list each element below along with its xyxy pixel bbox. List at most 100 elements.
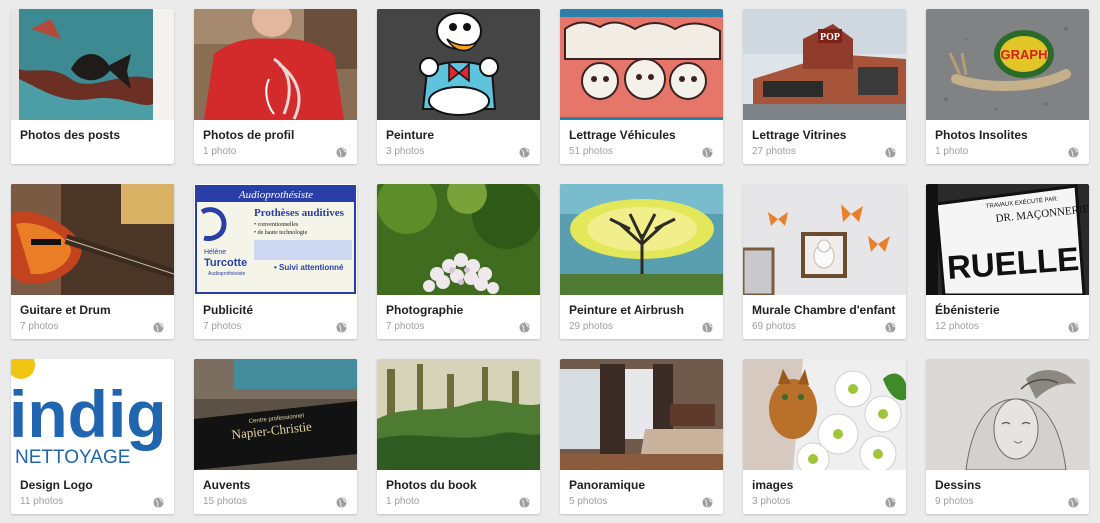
- album-photo-count: 69 photos: [752, 321, 796, 332]
- svg-text:Hélène: Hélène: [204, 249, 226, 256]
- album-title: Murale Chambre d'enfant: [752, 303, 896, 317]
- album-thumbnail[interactable]: [194, 9, 357, 120]
- album-photo-count: 3 photos: [752, 496, 791, 507]
- album-title: Peinture: [386, 128, 435, 142]
- globe-icon: [336, 145, 347, 158]
- globe-icon: [885, 145, 896, 158]
- album-thumbnail[interactable]: [560, 9, 723, 120]
- album-title: Auvents: [203, 478, 251, 492]
- svg-text:• Suivi attentionné: • Suivi attentionné: [274, 263, 344, 272]
- album-photo-count: 3 photos: [386, 146, 425, 157]
- album-title: Panoramique: [569, 478, 646, 492]
- album-title: Photos des posts: [20, 128, 121, 142]
- album-thumbnail[interactable]: indig NETTOYAGE: [11, 359, 174, 470]
- globe-icon: [519, 320, 530, 333]
- svg-text:Audioprothésiste: Audioprothésiste: [208, 271, 245, 277]
- album-title: Lettrage Véhicules: [569, 128, 676, 142]
- svg-text:GRAPH: GRAPH: [1001, 47, 1048, 62]
- album-thumbnail[interactable]: Audioprothésiste Prothèses auditives • c…: [194, 184, 357, 295]
- svg-text:Prothèses auditives: Prothèses auditives: [254, 207, 345, 219]
- album-thumbnail[interactable]: Centre professionnel Napier-Christie: [194, 359, 357, 470]
- album-title: Guitare et Drum: [20, 303, 111, 317]
- album-title: Photos Insolites: [935, 128, 1028, 142]
- album-thumbnail[interactable]: [560, 184, 723, 295]
- album-photo-count: 1 photo: [935, 146, 969, 157]
- album-thumbnail[interactable]: [11, 184, 174, 295]
- globe-icon: [702, 495, 713, 508]
- album-title: images: [752, 478, 794, 492]
- svg-text:Audioprothésiste: Audioprothésiste: [238, 189, 313, 201]
- album-card[interactable]: GRAPH Photos Insolites 1 photo: [926, 9, 1089, 164]
- album-title: Design Logo: [20, 478, 93, 492]
- globe-icon: [153, 495, 164, 508]
- album-photo-count: 1 photo: [203, 146, 237, 157]
- svg-text:• conventionnelles: • conventionnelles: [254, 222, 299, 228]
- globe-icon: [885, 495, 896, 508]
- album-title: Photos du book: [386, 478, 477, 492]
- album-thumbnail[interactable]: [743, 184, 906, 295]
- album-card[interactable]: Panoramique 5 photos: [560, 359, 723, 514]
- globe-icon: [1068, 495, 1079, 508]
- album-card[interactable]: Lettrage Véhicules 51 photos: [560, 9, 723, 164]
- album-photo-count: 51 photos: [569, 146, 613, 157]
- album-card[interactable]: Audioprothésiste Prothèses auditives • c…: [194, 184, 357, 339]
- globe-icon: [153, 320, 164, 333]
- globe-icon: [1068, 320, 1079, 333]
- album-photo-count: 1 photo: [386, 496, 420, 507]
- album-card[interactable]: Photographie 7 photos: [377, 184, 540, 339]
- album-photo-count: 7 photos: [203, 321, 242, 332]
- album-card[interactable]: Dessins 9 photos: [926, 359, 1089, 514]
- album-thumbnail[interactable]: [11, 9, 174, 120]
- album-photo-count: 12 photos: [935, 321, 979, 332]
- album-thumbnail[interactable]: [926, 359, 1089, 470]
- globe-icon: [702, 320, 713, 333]
- album-photo-count: 29 photos: [569, 321, 613, 332]
- svg-text:POP: POP: [820, 32, 840, 43]
- globe-icon: [336, 495, 347, 508]
- album-photo-count: 7 photos: [386, 321, 425, 332]
- album-card[interactable]: indig NETTOYAGE Design Logo 11 photos: [11, 359, 174, 514]
- album-title: Peinture et Airbrush: [569, 303, 684, 317]
- album-card[interactable]: Centre professionnel Napier-Christie Auv…: [194, 359, 357, 514]
- globe-icon: [336, 320, 347, 333]
- album-photo-count: 5 photos: [569, 496, 608, 507]
- album-card[interactable]: Photos des posts: [11, 9, 174, 164]
- album-card[interactable]: POP Lettrage Vitrines 27 photos: [743, 9, 906, 164]
- album-photo-count: 15 photos: [203, 496, 247, 507]
- album-title: Publicité: [203, 303, 254, 317]
- album-photo-count: 7 photos: [20, 321, 59, 332]
- svg-text:Turcotte: Turcotte: [204, 257, 247, 269]
- album-title: Photographie: [386, 303, 464, 317]
- album-card[interactable]: images 3 photos: [743, 359, 906, 514]
- album-thumbnail[interactable]: GRAPH: [926, 9, 1089, 120]
- album-photo-count: 27 photos: [752, 146, 796, 157]
- globe-icon: [885, 320, 896, 333]
- album-thumbnail[interactable]: [377, 359, 540, 470]
- album-photo-count: 11 photos: [20, 496, 64, 507]
- album-thumbnail[interactable]: [377, 184, 540, 295]
- album-photo-count: 9 photos: [935, 496, 974, 507]
- album-card[interactable]: Murale Chambre d'enfant 69 photos: [743, 184, 906, 339]
- album-card[interactable]: Guitare et Drum 7 photos: [11, 184, 174, 339]
- globe-icon: [519, 495, 530, 508]
- album-title: Dessins: [935, 478, 982, 492]
- globe-icon: [702, 145, 713, 158]
- globe-icon: [519, 145, 530, 158]
- album-card[interactable]: Photos du book 1 photo: [377, 359, 540, 514]
- album-thumbnail[interactable]: POP: [743, 9, 906, 120]
- globe-icon: [1068, 145, 1079, 158]
- album-card[interactable]: Photos de profil 1 photo: [194, 9, 357, 164]
- album-card[interactable]: TRAVAUX EXÉCUTÉ PAR: DR. MAÇONNERIE RUEL…: [926, 184, 1089, 339]
- svg-text:NETTOYAGE: NETTOYAGE: [15, 447, 130, 468]
- album-thumbnail[interactable]: [560, 359, 723, 470]
- album-thumbnail[interactable]: TRAVAUX EXÉCUTÉ PAR: DR. MAÇONNERIE RUEL…: [926, 184, 1089, 295]
- album-card[interactable]: Peinture et Airbrush 29 photos: [560, 184, 723, 339]
- album-thumbnail[interactable]: [377, 9, 540, 120]
- album-card[interactable]: Peinture 3 photos: [377, 9, 540, 164]
- album-title: Ébénisterie: [935, 303, 1000, 317]
- album-thumbnail[interactable]: [743, 359, 906, 470]
- album-title: Photos de profil: [203, 128, 295, 142]
- svg-text:• de haute technologie: • de haute technologie: [254, 230, 308, 236]
- album-title: Lettrage Vitrines: [752, 128, 847, 142]
- album-grid: Photos des posts Photos de profil 1 photo: [0, 0, 1100, 523]
